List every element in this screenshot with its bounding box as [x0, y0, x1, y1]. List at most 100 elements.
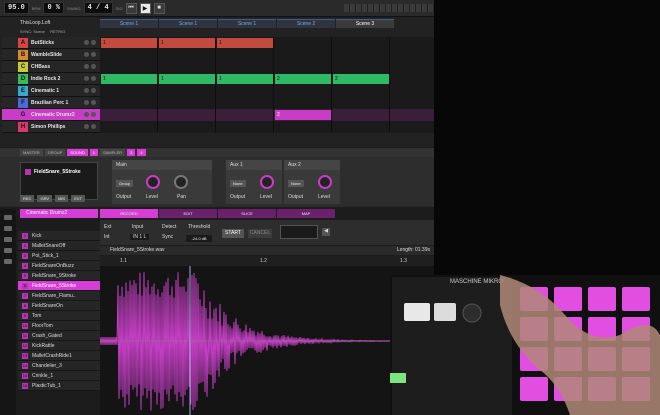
aux2-select[interactable]: None [288, 180, 304, 187]
pad-row[interactable]: 9 Tom [18, 311, 100, 321]
clip-slot[interactable] [274, 97, 332, 109]
group-row[interactable]: G Cinematic Drumz2 [2, 109, 100, 121]
restart-icon[interactable]: ⏮ [125, 2, 137, 14]
pan-knob[interactable] [174, 175, 188, 189]
clip-slot[interactable] [158, 85, 216, 97]
sound-tab[interactable]: 1 [89, 149, 99, 156]
clip-slot[interactable] [216, 109, 274, 121]
pad-row[interactable]: 16 PlasticTub_1 [18, 381, 100, 391]
waveform-display[interactable] [99, 266, 434, 415]
solo-icon[interactable] [91, 40, 96, 45]
int-option[interactable]: Int [104, 234, 110, 240]
clip-slot[interactable] [100, 121, 158, 133]
clip-slot[interactable] [274, 61, 332, 73]
mix-button[interactable]: MIX [55, 195, 69, 202]
pad-row[interactable]: 5 FieldSnare_9Stroke [18, 271, 100, 281]
clip-slot[interactable] [390, 73, 434, 85]
aux1-level-knob[interactable] [260, 175, 274, 189]
scene-tab[interactable]: Scene 1 [218, 19, 276, 28]
scene-tab[interactable]: Scene 2 [277, 19, 335, 28]
aux1-select[interactable]: None [230, 180, 246, 187]
clip[interactable]: 1 [217, 38, 273, 48]
clip-slot[interactable] [390, 49, 434, 61]
start-button[interactable]: START [222, 229, 244, 238]
clip-slot[interactable] [158, 109, 216, 121]
clip-slot[interactable] [274, 49, 332, 61]
mute-icon[interactable] [84, 100, 89, 105]
clip-slot[interactable] [216, 121, 274, 133]
sound-tab[interactable]: SOUND [67, 149, 88, 156]
grv-button[interactable]: GRV [37, 195, 53, 202]
clip-slot[interactable] [332, 61, 390, 73]
group-row[interactable]: C CHBass [2, 61, 100, 73]
mute-icon[interactable] [84, 88, 89, 93]
group-controls[interactable] [84, 112, 100, 117]
group-controls[interactable] [84, 76, 100, 81]
scene-tab[interactable]: Scene 1 [100, 19, 158, 28]
tool-icon[interactable] [4, 215, 12, 220]
group-controls[interactable] [84, 64, 100, 69]
clip-slot[interactable] [274, 85, 332, 97]
clip-slot[interactable] [390, 109, 434, 121]
rec-button[interactable]: REC [20, 195, 35, 202]
solo-icon[interactable] [91, 100, 96, 105]
mute-icon[interactable] [84, 124, 89, 129]
ext-button[interactable]: EXT [71, 195, 85, 202]
solo-icon[interactable] [91, 52, 96, 57]
input-select[interactable]: IN 1 L [130, 234, 150, 240]
clip-slot[interactable] [332, 97, 390, 109]
mute-icon[interactable] [84, 40, 89, 45]
sound-tab[interactable]: GROUP [44, 149, 66, 156]
clip[interactable]: 1 [159, 74, 215, 84]
pad-row[interactable]: 15 Crinkle_1 [18, 371, 100, 381]
tab-slice[interactable]: SLICE [218, 209, 276, 218]
clip-slot[interactable] [158, 49, 216, 61]
clip-slot[interactable] [332, 85, 390, 97]
detect-option[interactable]: Detect [162, 224, 176, 230]
clip[interactable]: 1 [101, 38, 157, 48]
clip-slot[interactable] [390, 37, 434, 49]
clip-slot[interactable] [158, 121, 216, 133]
sync-option[interactable]: Sync [162, 234, 173, 240]
sound-tab[interactable]: SAMPLER [100, 149, 126, 156]
clip-slot[interactable] [390, 61, 434, 73]
sound-tab[interactable]: 4 [137, 149, 146, 156]
group-row[interactable]: D Indie Rock 2 [2, 73, 100, 85]
aux2-level-knob[interactable] [318, 175, 332, 189]
pad-row[interactable]: 11 Crash_Gated [18, 331, 100, 341]
record-icon[interactable]: ■ [153, 2, 165, 14]
pad-row[interactable]: 6 FieldSnare_5Stroke [18, 281, 100, 291]
clip-slot[interactable] [216, 49, 274, 61]
cancel-button[interactable]: CANCEL [248, 229, 272, 238]
solo-icon[interactable] [91, 124, 96, 129]
pad-row[interactable]: 2 MalletSnareOff [18, 241, 100, 251]
mute-icon[interactable] [84, 76, 89, 81]
pad-row[interactable]: 7 FieldSnare_Flamu.. [18, 291, 100, 301]
ext-option[interactable]: Ext [104, 224, 111, 230]
solo-icon[interactable] [91, 112, 96, 117]
clip-slot[interactable] [390, 121, 434, 133]
mute-icon[interactable] [84, 64, 89, 69]
clip-slot[interactable] [100, 49, 158, 61]
group-controls[interactable] [84, 88, 100, 93]
chevron-left-icon[interactable]: ◀ [322, 228, 330, 236]
mute-icon[interactable] [84, 52, 89, 57]
group-row[interactable]: B WambleSlide [2, 49, 100, 61]
group-row[interactable]: F Brazilian Perc 1 [2, 97, 100, 109]
clip-slot[interactable] [216, 97, 274, 109]
swing-display[interactable]: 0 % [43, 2, 65, 14]
tab-record[interactable]: RECORD [100, 209, 158, 218]
solo-icon[interactable] [91, 76, 96, 81]
clip-slot[interactable] [332, 49, 390, 61]
pad-row[interactable]: 8 FieldSnareOn [18, 301, 100, 311]
clip-slot[interactable] [274, 37, 332, 49]
level-knob[interactable] [146, 175, 160, 189]
clip-slot[interactable] [216, 85, 274, 97]
solo-icon[interactable] [91, 88, 96, 93]
tab-map[interactable]: MAP [277, 209, 335, 218]
clip[interactable]: 1 [217, 74, 273, 84]
clip-slot[interactable] [158, 97, 216, 109]
clip-slot[interactable] [216, 61, 274, 73]
clip-slot[interactable] [332, 109, 390, 121]
group-controls[interactable] [84, 100, 100, 105]
